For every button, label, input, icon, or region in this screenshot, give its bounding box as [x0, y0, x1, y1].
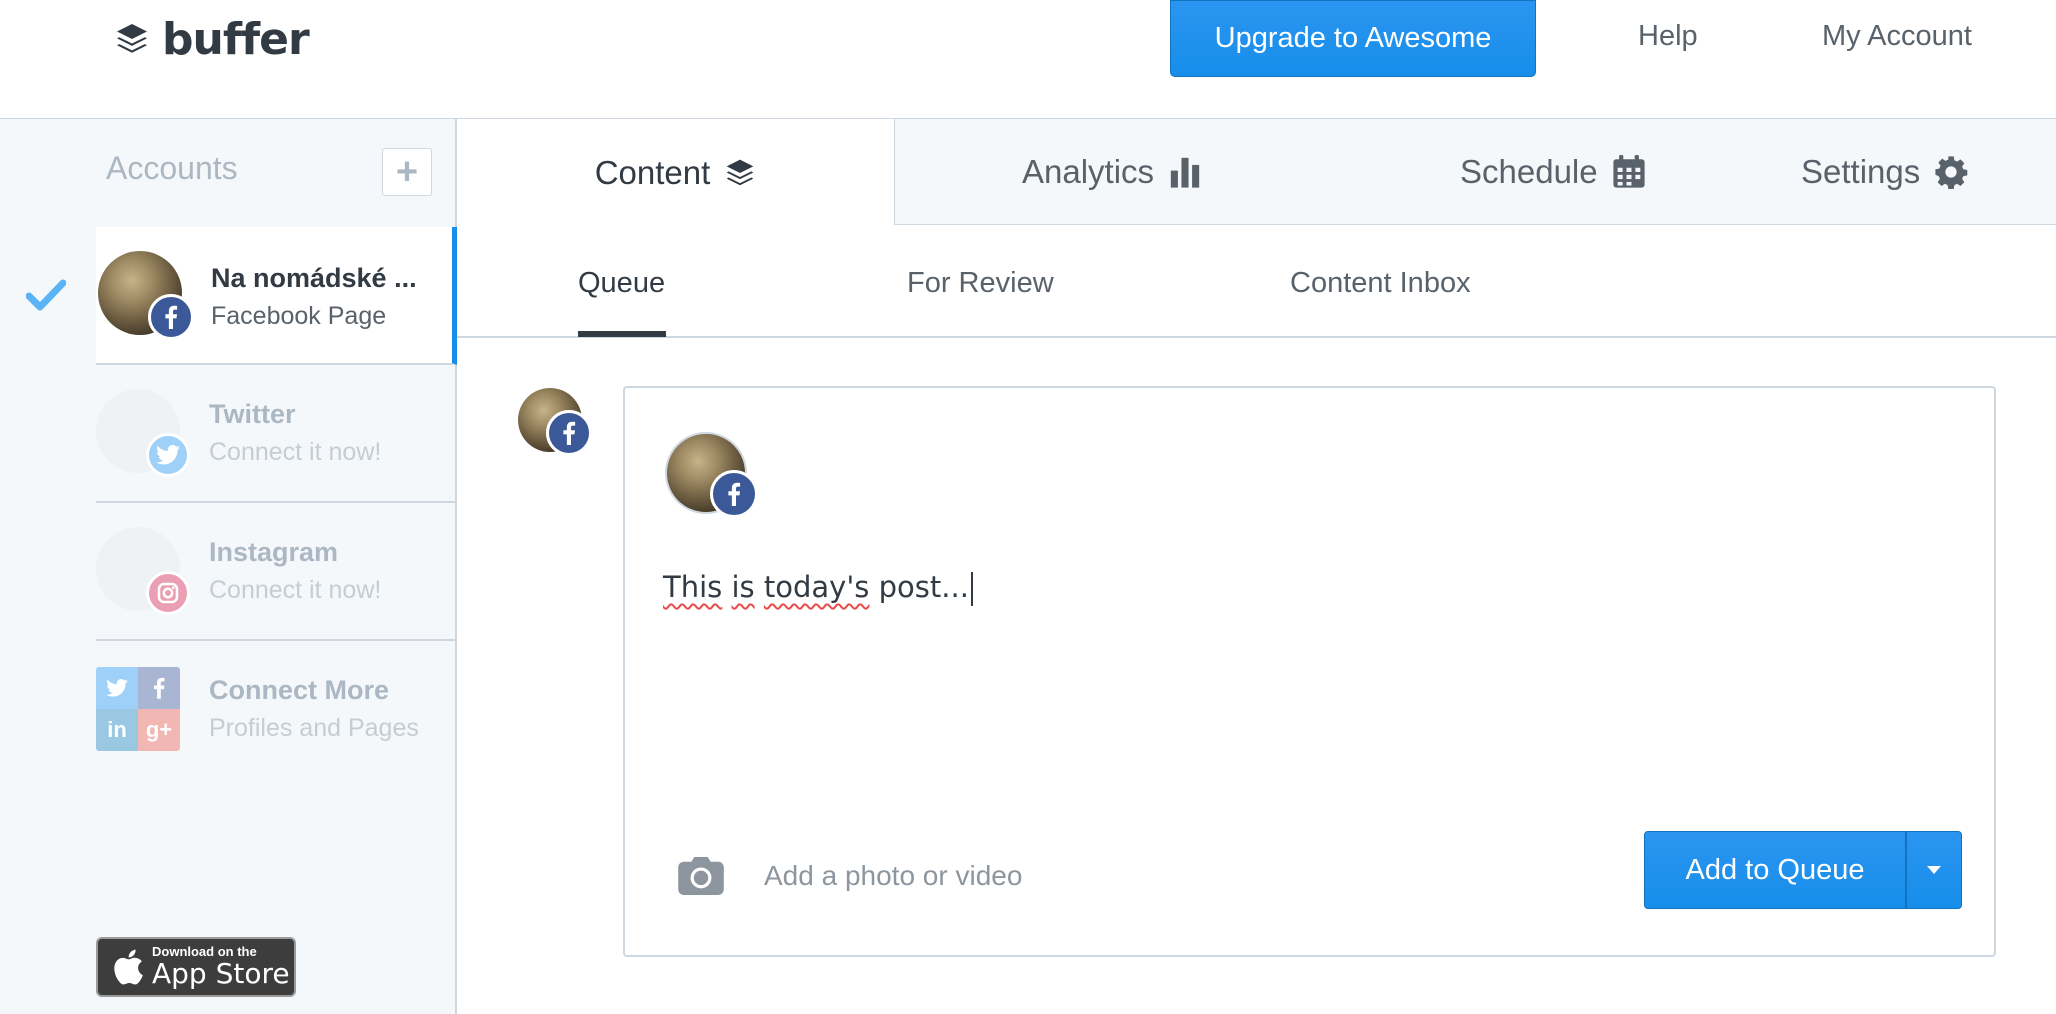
add-to-queue-button[interactable]: Add to Queue: [1645, 832, 1907, 908]
account-item-twitter[interactable]: Twitter Connect it now!: [96, 365, 457, 503]
facebook-badge-icon: [546, 410, 592, 456]
gear-icon: [1935, 156, 1968, 189]
account-item-facebook[interactable]: Na nomádské ... Facebook Page: [96, 227, 457, 365]
post-word: today's: [763, 570, 870, 604]
tab-content[interactable]: Content: [457, 119, 895, 226]
text-caret: [970, 572, 973, 606]
help-link[interactable]: Help: [1638, 20, 1698, 53]
account-type: Profiles and Pages: [209, 714, 419, 742]
post-word: post...: [878, 570, 969, 604]
apple-icon: [114, 949, 143, 985]
account-name: Twitter: [209, 399, 296, 429]
account-name: Instagram: [209, 537, 339, 567]
buffer-logo[interactable]: buffer: [114, 13, 310, 65]
account-type: Connect it now!: [209, 576, 382, 604]
subtab-queue[interactable]: Queue: [578, 267, 665, 300]
post-text-input[interactable]: This is today's post...: [663, 570, 973, 606]
active-subtab-underline: [578, 331, 666, 337]
app-store-big-text: App Store: [152, 957, 290, 990]
post-word: is: [731, 570, 755, 604]
layers-icon: [726, 159, 754, 185]
app-store-text: Download on the App Store: [152, 945, 290, 989]
post-word: This: [663, 570, 723, 604]
upgrade-button[interactable]: Upgrade to Awesome: [1170, 0, 1536, 77]
bar-chart-icon: [1170, 157, 1200, 188]
subtab-for-review[interactable]: For Review: [907, 267, 1054, 300]
tab-label: Content: [594, 153, 711, 191]
add-to-queue-button-group: Add to Queue: [1644, 831, 1962, 909]
chevron-down-icon: [1927, 866, 1941, 874]
network-grid-icon: in g+: [96, 667, 180, 751]
buffer-logo-icon: [117, 24, 147, 53]
sub-tab-bar: Queue For Review Content Inbox: [457, 225, 2056, 338]
tab-label: Analytics: [1022, 153, 1155, 190]
tab-label: Settings: [1801, 153, 1921, 190]
queue-options-dropdown[interactable]: [1907, 832, 1961, 908]
tab-settings[interactable]: Settings: [1801, 119, 1968, 225]
linkedin-icon: in: [96, 709, 138, 751]
main-tab-bar: Content Analytics Schedule Settings: [457, 119, 2056, 226]
twitter-icon: [96, 667, 138, 709]
add-account-button[interactable]: +: [382, 148, 432, 196]
connect-more-item[interactable]: in g+ Connect More Profiles and Pages: [96, 641, 457, 771]
add-media-link[interactable]: Add a photo or video: [764, 860, 1022, 892]
app-store-badge[interactable]: Download on the App Store: [96, 937, 296, 997]
google-plus-icon: g+: [138, 709, 180, 751]
instagram-badge-icon: [146, 571, 190, 615]
tab-label: Schedule: [1460, 153, 1598, 190]
account-name: Na nomádské ...: [211, 263, 417, 293]
facebook-icon: [138, 667, 180, 709]
subtab-content-inbox[interactable]: Content Inbox: [1290, 267, 1471, 300]
plus-icon: +: [395, 150, 419, 193]
account-name: Connect More: [209, 675, 390, 705]
tab-schedule[interactable]: Schedule: [1460, 119, 1646, 225]
selected-check-icon: [26, 279, 66, 311]
camera-icon[interactable]: [678, 857, 724, 895]
logo-text: buffer: [162, 13, 310, 65]
facebook-badge-icon: [710, 470, 758, 518]
tab-analytics[interactable]: Analytics: [1022, 119, 1202, 225]
account-type: Connect it now!: [209, 438, 382, 466]
twitter-badge-icon: [146, 433, 190, 477]
accounts-heading: Accounts: [106, 150, 238, 186]
calendar-icon: [1613, 155, 1645, 188]
my-account-link[interactable]: My Account: [1822, 20, 1972, 53]
account-type: Facebook Page: [211, 302, 387, 330]
account-item-instagram[interactable]: Instagram Connect it now!: [96, 503, 457, 641]
facebook-badge-icon: [148, 294, 194, 340]
